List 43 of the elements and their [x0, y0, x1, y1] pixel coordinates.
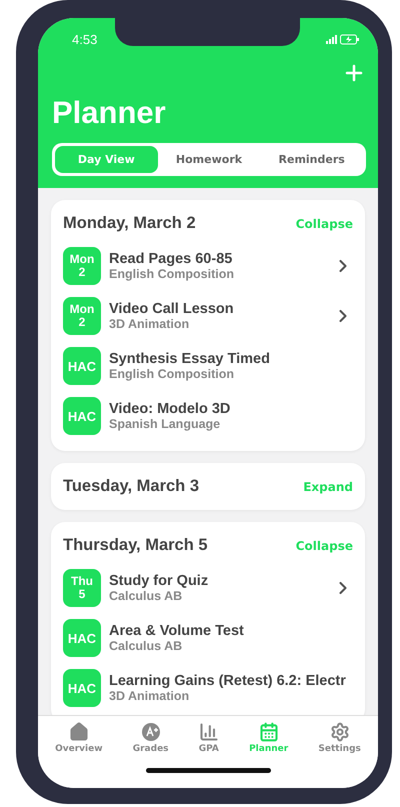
- source-badge: HAC: [63, 397, 101, 435]
- calendar-icon: [258, 722, 279, 742]
- status-time: 4:53: [72, 32, 98, 47]
- course-name: 3D Animation: [109, 689, 190, 703]
- assignment-title: Video: Modelo 3D: [109, 401, 232, 417]
- settings-icon: [330, 722, 350, 742]
- tab-bar-item[interactable]: Planner: [245, 722, 292, 754]
- course-name: English Composition: [109, 267, 235, 281]
- source-badge: HAC: [63, 347, 101, 385]
- home-icon: [68, 722, 89, 742]
- course-name: Calculus AB: [109, 639, 184, 653]
- signal-battery-icon: [326, 34, 360, 45]
- assignment-title: Read Pages 60-85: [109, 251, 234, 267]
- course-name: Calculus AB: [109, 589, 184, 603]
- toggle-link[interactable]: Collapse: [296, 538, 353, 552]
- assignment-title: Synthesis Essay Timed: [109, 351, 271, 367]
- date-badge: Mon 2: [63, 247, 101, 285]
- view-tab[interactable]: Reminders: [260, 146, 364, 173]
- course-name: Spanish Language: [109, 417, 222, 431]
- bar-chart-icon: [198, 722, 219, 742]
- tab-bar-item[interactable]: Overview: [51, 722, 107, 754]
- tab-bar-item[interactable]: GPA: [194, 722, 223, 754]
- assignment-title: Learning Gains (Retest) 6.2: Electr: [109, 673, 347, 689]
- day-title: Monday, March 2: [63, 214, 196, 233]
- assignment-title: Area & Volume Test: [109, 623, 245, 639]
- source-badge: HAC: [63, 669, 101, 707]
- date-badge: Thu 5: [63, 569, 101, 607]
- tab-bar-item[interactable]: Grades: [128, 722, 173, 754]
- view-tab[interactable]: Homework: [158, 146, 260, 173]
- view-tab[interactable]: Day View: [55, 146, 158, 173]
- date-badge: Mon 2: [63, 297, 101, 335]
- page-title: Planner: [52, 95, 167, 131]
- toggle-link[interactable]: Collapse: [296, 216, 353, 230]
- day-title: Thursday, March 5: [63, 536, 208, 555]
- tab-bar-item[interactable]: Settings: [314, 722, 365, 754]
- assignment-title: Video Call Lesson: [109, 301, 235, 317]
- toggle-link[interactable]: Expand: [303, 480, 353, 494]
- day-title: Tuesday, March 3: [63, 477, 200, 496]
- course-name: 3D Animation: [109, 317, 190, 331]
- grade-circle-icon: [140, 722, 161, 742]
- assignment-title: Study for Quiz: [109, 573, 210, 589]
- source-badge: HAC: [63, 619, 101, 657]
- course-name: English Composition: [109, 367, 235, 381]
